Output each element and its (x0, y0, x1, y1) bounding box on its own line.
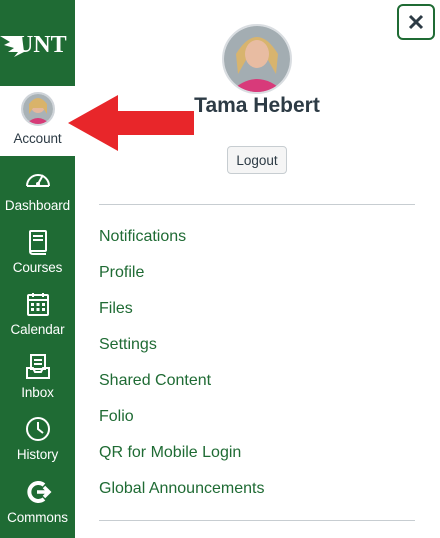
link-folio[interactable]: Folio (99, 400, 264, 436)
close-tray-button[interactable] (397, 4, 435, 40)
nav-label-account: Account (13, 131, 62, 146)
divider-bottom (99, 520, 415, 521)
speedometer-icon (25, 174, 50, 187)
nav-history[interactable]: History (0, 415, 75, 462)
nav-label-calendar: Calendar (10, 322, 65, 337)
link-notifications[interactable]: Notifications (99, 220, 264, 256)
link-profile[interactable]: Profile (99, 256, 264, 292)
nav-label-dashboard: Dashboard (4, 198, 71, 213)
link-files[interactable]: Files (99, 292, 264, 328)
link-settings[interactable]: Settings (99, 328, 264, 364)
account-avatar (20, 92, 55, 126)
link-global-announcements[interactable]: Global Announcements (99, 472, 264, 508)
nav-dashboard[interactable]: Dashboard (0, 166, 75, 213)
calendar-icon (26, 293, 49, 316)
commons-arrow-icon (26, 481, 51, 503)
clock-icon (25, 417, 50, 441)
account-links-list: Notifications Profile Files Settings Sha… (99, 220, 264, 508)
nav-account[interactable]: Account (0, 86, 75, 156)
divider-top (99, 204, 415, 205)
nav-label-history: History (16, 447, 59, 462)
nav-calendar[interactable]: Calendar (0, 290, 75, 337)
logout-button[interactable]: Logout (227, 146, 287, 174)
nav-inbox[interactable]: Inbox (0, 353, 75, 400)
nav-label-courses: Courses (12, 260, 63, 275)
nav-commons[interactable]: Commons (0, 478, 75, 525)
nav-courses[interactable]: Courses (0, 228, 75, 275)
close-icon (408, 14, 424, 30)
user-name: Tama Hebert (194, 94, 320, 117)
svg-text:UNT: UNT (16, 32, 67, 58)
inbox-icon (25, 354, 50, 379)
nav-label-inbox: Inbox (21, 385, 54, 400)
profile-avatar (222, 24, 292, 94)
link-shared-content[interactable]: Shared Content (99, 364, 264, 400)
unt-logo[interactable]: UNT (0, 0, 75, 86)
book-icon (28, 230, 47, 255)
eagle-logo-icon: UNT (0, 32, 67, 58)
global-nav: UNT Account Dashboard Courses Calendar I… (0, 0, 75, 538)
link-qr-mobile-login[interactable]: QR for Mobile Login (99, 436, 264, 472)
nav-label-commons: Commons (7, 510, 68, 525)
